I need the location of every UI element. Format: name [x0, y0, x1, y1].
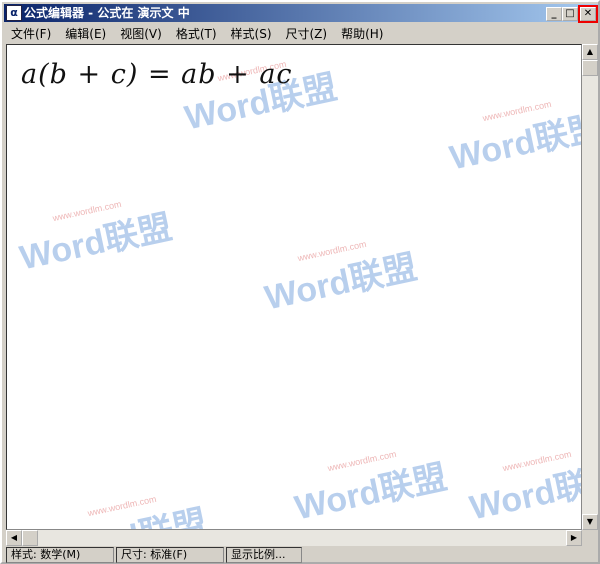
watermark: www.wordlm.comWord联盟 — [446, 98, 582, 178]
watermark: www.wordlm.comWord联盟 — [466, 448, 582, 528]
vertical-scrollbar[interactable]: ▲ ▼ — [582, 44, 598, 530]
status-bar: 样式: 数学(M) 尺寸: 标准(F) 显示比例... — [6, 547, 302, 563]
watermark: www.wordlm.comWord联盟 — [291, 448, 451, 528]
close-button[interactable]: ✕ — [578, 5, 598, 23]
scroll-left-button[interactable]: ◀ — [6, 530, 22, 546]
scroll-down-button[interactable]: ▼ — [582, 514, 598, 530]
window-title: 公式编辑器 - 公式在 演示文 中 — [24, 6, 190, 20]
menu-view[interactable]: 视图(V) — [113, 25, 169, 42]
horizontal-scrollbar[interactable]: ◀ ▶ — [6, 530, 582, 546]
scroll-up-button[interactable]: ▲ — [582, 44, 598, 60]
scroll-thumb[interactable] — [22, 530, 38, 546]
menu-size[interactable]: 尺寸(Z) — [279, 25, 335, 42]
equation-editor-window: α 公式编辑器 - 公式在 演示文 中 _ □ ✕ 文件(F) 编辑(E) 视图… — [0, 0, 600, 564]
menu-format[interactable]: 格式(T) — [169, 25, 224, 42]
watermark: www.wordlm.comWord联盟 — [16, 198, 176, 278]
maximize-button[interactable]: □ — [562, 7, 578, 21]
watermark: www.wordlm.comWord联盟 — [52, 493, 211, 529]
menu-help[interactable]: 帮助(H) — [334, 25, 390, 42]
equation[interactable]: a(b + c) = ab + ac — [21, 59, 293, 90]
title-bar: α 公式编辑器 - 公式在 演示文 中 _ □ ✕ — [4, 4, 598, 23]
status-zoom[interactable]: 显示比例... — [226, 547, 302, 563]
minimize-button[interactable]: _ — [546, 7, 562, 21]
scroll-right-button[interactable]: ▶ — [566, 530, 582, 546]
status-style[interactable]: 样式: 数学(M) — [6, 547, 114, 563]
menu-bar: 文件(F) 编辑(E) 视图(V) 格式(T) 样式(S) 尺寸(Z) 帮助(H… — [4, 23, 598, 43]
menu-file[interactable]: 文件(F) — [4, 25, 58, 42]
menu-style[interactable]: 样式(S) — [224, 25, 279, 42]
menu-edit[interactable]: 编辑(E) — [58, 25, 113, 42]
equation-canvas[interactable]: www.wordlm.com Word联盟 www.wordlm.com Word联… — [6, 44, 582, 530]
app-icon: α — [6, 5, 22, 21]
watermark: www.wordlm.comWord联盟 — [261, 238, 421, 318]
status-size[interactable]: 尺寸: 标准(F) — [116, 547, 224, 563]
scroll-thumb[interactable] — [582, 60, 598, 76]
